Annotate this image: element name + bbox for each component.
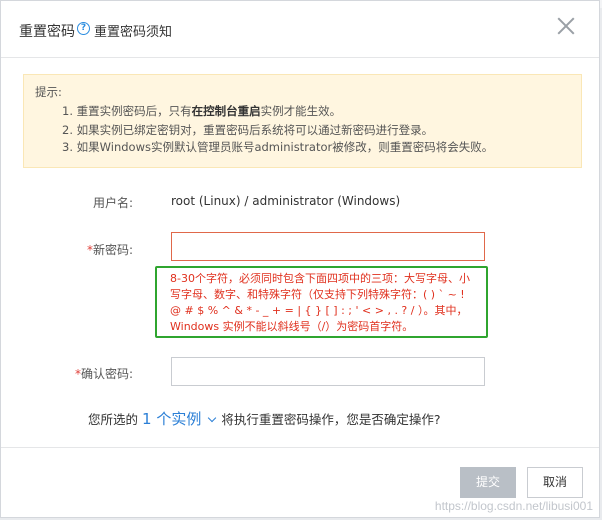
- notice-line-1: 1. 重置实例密码后，只有在控制台重启实例才能生效。: [62, 104, 342, 118]
- new-password-input[interactable]: [171, 232, 485, 261]
- help-link[interactable]: 重置密码须知: [94, 21, 172, 40]
- notice-line-3: 3. 如果Windows实例默认管理员账号administrator被修改，则重…: [62, 140, 494, 154]
- help-icon[interactable]: ?: [77, 22, 90, 35]
- instance-count-link[interactable]: 1 个实例: [142, 410, 201, 428]
- chevron-down-icon[interactable]: [208, 413, 217, 423]
- confirm-password-label: *确认密码:: [74, 367, 133, 381]
- close-icon[interactable]: [555, 15, 577, 37]
- cancel-button[interactable]: 取消: [527, 467, 583, 498]
- submit-button[interactable]: 提交: [460, 467, 516, 498]
- password-rule-hint: 8-30个字符，必须同时包含下面四项中的三项：大写字母、小写字母、数字、和特殊字…: [155, 266, 488, 338]
- dialog-title: 重置密码: [19, 24, 75, 40]
- footer-divider: [1, 447, 599, 448]
- new-password-label: *新密码:: [86, 243, 133, 257]
- watermark: https://blog.csdn.net/libusi001: [434, 499, 593, 513]
- username-label: 用户名:: [92, 196, 133, 210]
- notice-line-2: 2. 如果实例已绑定密钥对，重置密码后系统将可以通过新密码进行登录。: [62, 123, 434, 137]
- dialog-header: 重置密码 ? 重置密码须知: [1, 1, 599, 58]
- reset-password-dialog: 重置密码 ? 重置密码须知 提示: 1. 重置实例密码后，只有在控制台重启实例才…: [0, 0, 600, 518]
- notice-label: 提示:: [35, 85, 62, 99]
- confirm-message: 您所选的 1 个实例 将执行重置密码操作，您是否确定操作?: [88, 410, 441, 428]
- confirm-password-input[interactable]: [171, 357, 485, 386]
- notice-box: 提示: 1. 重置实例密码后，只有在控制台重启实例才能生效。 2. 如果实例已绑…: [23, 74, 582, 168]
- username-value: root (Linux) / administrator (Windows): [171, 194, 401, 208]
